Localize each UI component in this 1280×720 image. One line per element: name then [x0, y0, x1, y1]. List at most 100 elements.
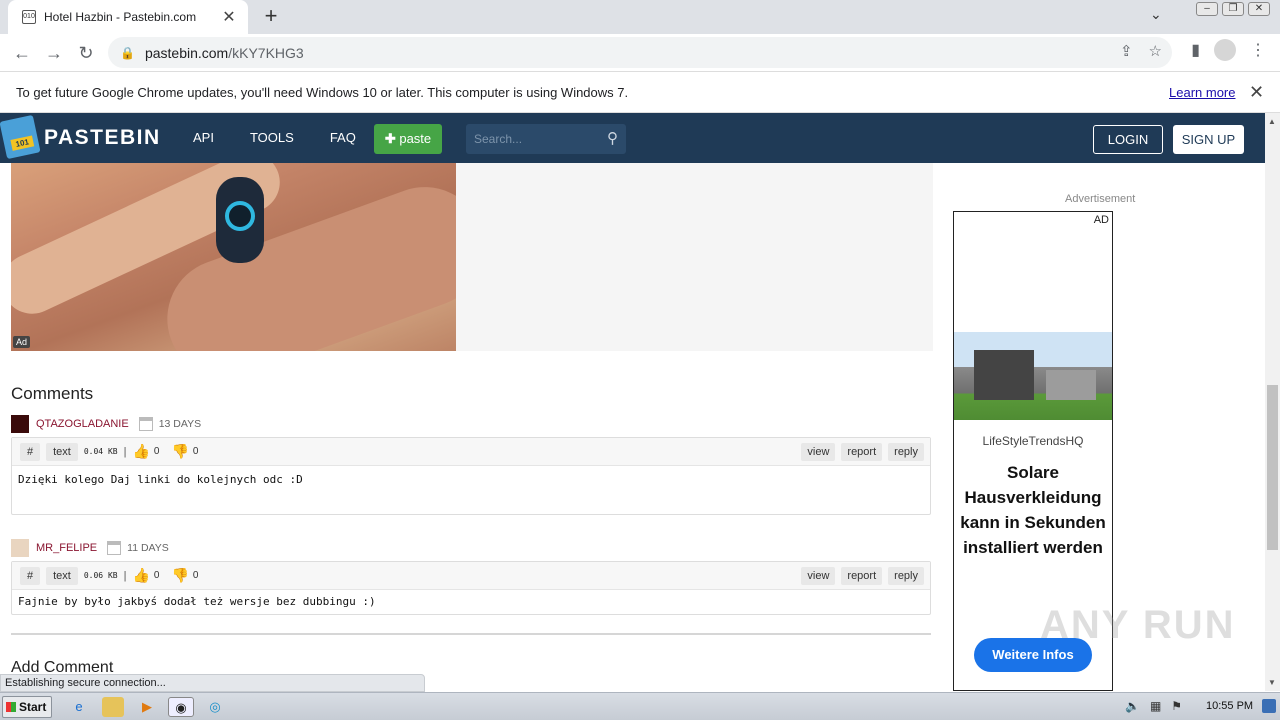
- window-controls: – ❐ ✕: [1196, 2, 1270, 16]
- network-icon[interactable]: ▦: [1150, 699, 1161, 713]
- menu-kebab-icon[interactable]: ⋮: [1250, 40, 1266, 60]
- url-text[interactable]: pastebin.com/kKY7KHG3: [145, 45, 304, 61]
- ad-headline[interactable]: Solare Hausverkleidung kann in Sekunden …: [958, 460, 1108, 560]
- comment: QTAZOGLADANIE 13 DAYS # text 0.04 KB | 👍…: [11, 413, 931, 515]
- scroll-up-icon[interactable]: ▲: [1268, 117, 1276, 126]
- window-close-icon[interactable]: ✕: [1248, 2, 1270, 16]
- reload-icon[interactable]: ↻: [70, 37, 102, 69]
- ad-house-image[interactable]: [954, 332, 1112, 420]
- tab-strip: 010 Hotel Hazbin - Pastebin.com ✕ + ⌄ – …: [0, 0, 1280, 34]
- pastebin-logo-text[interactable]: PASTEBIN: [44, 126, 161, 150]
- volume-icon[interactable]: 🔈: [1125, 699, 1140, 713]
- comments-heading: Comments: [11, 384, 94, 403]
- thumbs-up-icon: 👍: [132, 567, 150, 583]
- scroll-thumb[interactable]: [1267, 385, 1278, 550]
- divider: [11, 633, 931, 635]
- nav-api[interactable]: API: [193, 130, 214, 145]
- ad-container: Ad: [11, 163, 933, 351]
- system-tray: 🔈 ▦ ⚑: [1125, 699, 1182, 713]
- tab-title: Hotel Hazbin - Pastebin.com: [44, 10, 197, 24]
- view-button[interactable]: view: [801, 567, 836, 585]
- tab-close-icon[interactable]: ✕: [220, 7, 238, 27]
- comment-username[interactable]: MR_FELIPE: [36, 542, 97, 554]
- show-desktop-icon[interactable]: [1262, 699, 1276, 713]
- like-button[interactable]: 👍 0: [132, 443, 159, 460]
- like-button[interactable]: 👍 0: [132, 567, 159, 584]
- comment-text: Fajnie by było jakbyś dodał też wersje b…: [18, 595, 376, 608]
- windows-taskbar: Start e ▶ ◉ ◎ 🔈 ▦ ⚑ 10:55 PM: [0, 692, 1280, 720]
- hash-button[interactable]: #: [20, 442, 41, 461]
- comment-age: 13 DAYS: [158, 418, 202, 430]
- ad-image[interactable]: Ad: [11, 163, 456, 351]
- format-badge[interactable]: text: [46, 566, 78, 585]
- nav-faq[interactable]: FAQ: [330, 130, 356, 145]
- address-bar[interactable]: 🔒 pastebin.com/kKY7KHG3 ⇪ ☆: [108, 37, 1172, 68]
- comment-size: 0.04 KB: [83, 447, 118, 456]
- avatar[interactable]: [11, 539, 29, 557]
- reply-button[interactable]: reply: [888, 567, 924, 585]
- main-nav: API TOOLS FAQ: [193, 130, 392, 145]
- ad-tag: AD: [1093, 214, 1109, 226]
- ad-brand[interactable]: LifeStyleTrendsHQ: [954, 434, 1112, 448]
- format-badge[interactable]: text: [46, 442, 78, 461]
- scroll-down-icon[interactable]: ▼: [1268, 678, 1276, 687]
- side-panel-icon[interactable]: ▮: [1191, 40, 1200, 60]
- start-button[interactable]: Start: [2, 696, 52, 718]
- report-button[interactable]: report: [841, 443, 883, 461]
- signup-button[interactable]: SIGN UP: [1173, 125, 1244, 154]
- comment-age: 11 DAYS: [127, 542, 169, 554]
- media-player-icon[interactable]: ▶: [136, 697, 158, 717]
- thumbs-down-icon: 👎: [171, 443, 189, 459]
- profile-avatar-icon[interactable]: [1214, 39, 1236, 61]
- folder-icon[interactable]: [102, 697, 124, 717]
- advertisement-label: Advertisement: [1065, 193, 1136, 205]
- comment: MR_FELIPE 11 DAYS # text 0.06 KB | 👍 0 👎 0…: [11, 537, 931, 615]
- update-infobar: To get future Google Chrome updates, you…: [0, 71, 1280, 113]
- dislike-button[interactable]: 👎 0: [171, 443, 198, 460]
- comment-text: Dzięki kolego Daj linki do kolejnych odc…: [18, 473, 303, 486]
- thumbs-down-icon: 👎: [171, 567, 189, 583]
- new-paste-button[interactable]: ✚ paste: [374, 124, 442, 154]
- back-icon[interactable]: ←: [6, 37, 38, 69]
- search-icon[interactable]: ⚲: [607, 124, 618, 154]
- ie-icon[interactable]: e: [68, 697, 90, 717]
- infobar-message: To get future Google Chrome updates, you…: [16, 84, 629, 100]
- calendar-icon: [138, 417, 153, 431]
- search-input[interactable]: Search... ⚲: [466, 124, 626, 154]
- status-bar: Establishing secure connection...: [0, 674, 425, 692]
- hash-button[interactable]: #: [20, 566, 41, 585]
- clock[interactable]: 10:55 PM: [1206, 700, 1253, 712]
- edge-icon[interactable]: ◎: [204, 697, 226, 717]
- pastebin-header: 101 PASTEBIN API TOOLS FAQ ✚ paste Searc…: [0, 113, 1265, 163]
- share-icon[interactable]: ⇪: [1120, 42, 1133, 60]
- chrome-icon[interactable]: ◉: [168, 697, 194, 717]
- dislike-button[interactable]: 👎 0: [171, 567, 198, 584]
- browser-tab[interactable]: 010 Hotel Hazbin - Pastebin.com ✕: [8, 0, 248, 34]
- pastebin-favicon-icon: 010: [22, 10, 36, 24]
- report-button[interactable]: report: [841, 567, 883, 585]
- minimize-icon[interactable]: –: [1196, 2, 1218, 16]
- bookmark-star-icon[interactable]: ☆: [1149, 42, 1162, 60]
- action-center-flag-icon[interactable]: ⚑: [1171, 699, 1182, 713]
- learn-more-link[interactable]: Learn more: [1169, 85, 1235, 100]
- comment-username[interactable]: QTAZOGLADANIE: [36, 418, 129, 430]
- infobar-close-icon[interactable]: ✕: [1249, 82, 1264, 103]
- ad-badge: Ad: [13, 336, 31, 348]
- reply-button[interactable]: reply: [888, 443, 924, 461]
- restore-icon[interactable]: ❐: [1222, 2, 1244, 16]
- nav-tools[interactable]: TOOLS: [250, 130, 294, 145]
- lock-icon[interactable]: 🔒: [120, 46, 135, 60]
- login-button[interactable]: LOGIN: [1093, 125, 1163, 154]
- comment-size: 0.06 KB: [83, 571, 118, 580]
- windows-flag-icon: [6, 702, 16, 712]
- avatar[interactable]: [11, 415, 29, 433]
- thumbs-up-icon: 👍: [132, 443, 150, 459]
- new-tab-button[interactable]: +: [258, 4, 284, 30]
- forward-icon[interactable]: →: [38, 37, 70, 69]
- view-button[interactable]: view: [801, 443, 836, 461]
- plus-icon: ✚: [384, 131, 400, 146]
- page-viewport: 101 PASTEBIN API TOOLS FAQ ✚ paste Searc…: [0, 113, 1265, 691]
- page-scrollbar[interactable]: ▲ ▼: [1265, 113, 1280, 691]
- tab-search-chevron-icon[interactable]: ⌄: [1150, 6, 1162, 23]
- pastebin-logo-icon[interactable]: 101: [0, 114, 41, 160]
